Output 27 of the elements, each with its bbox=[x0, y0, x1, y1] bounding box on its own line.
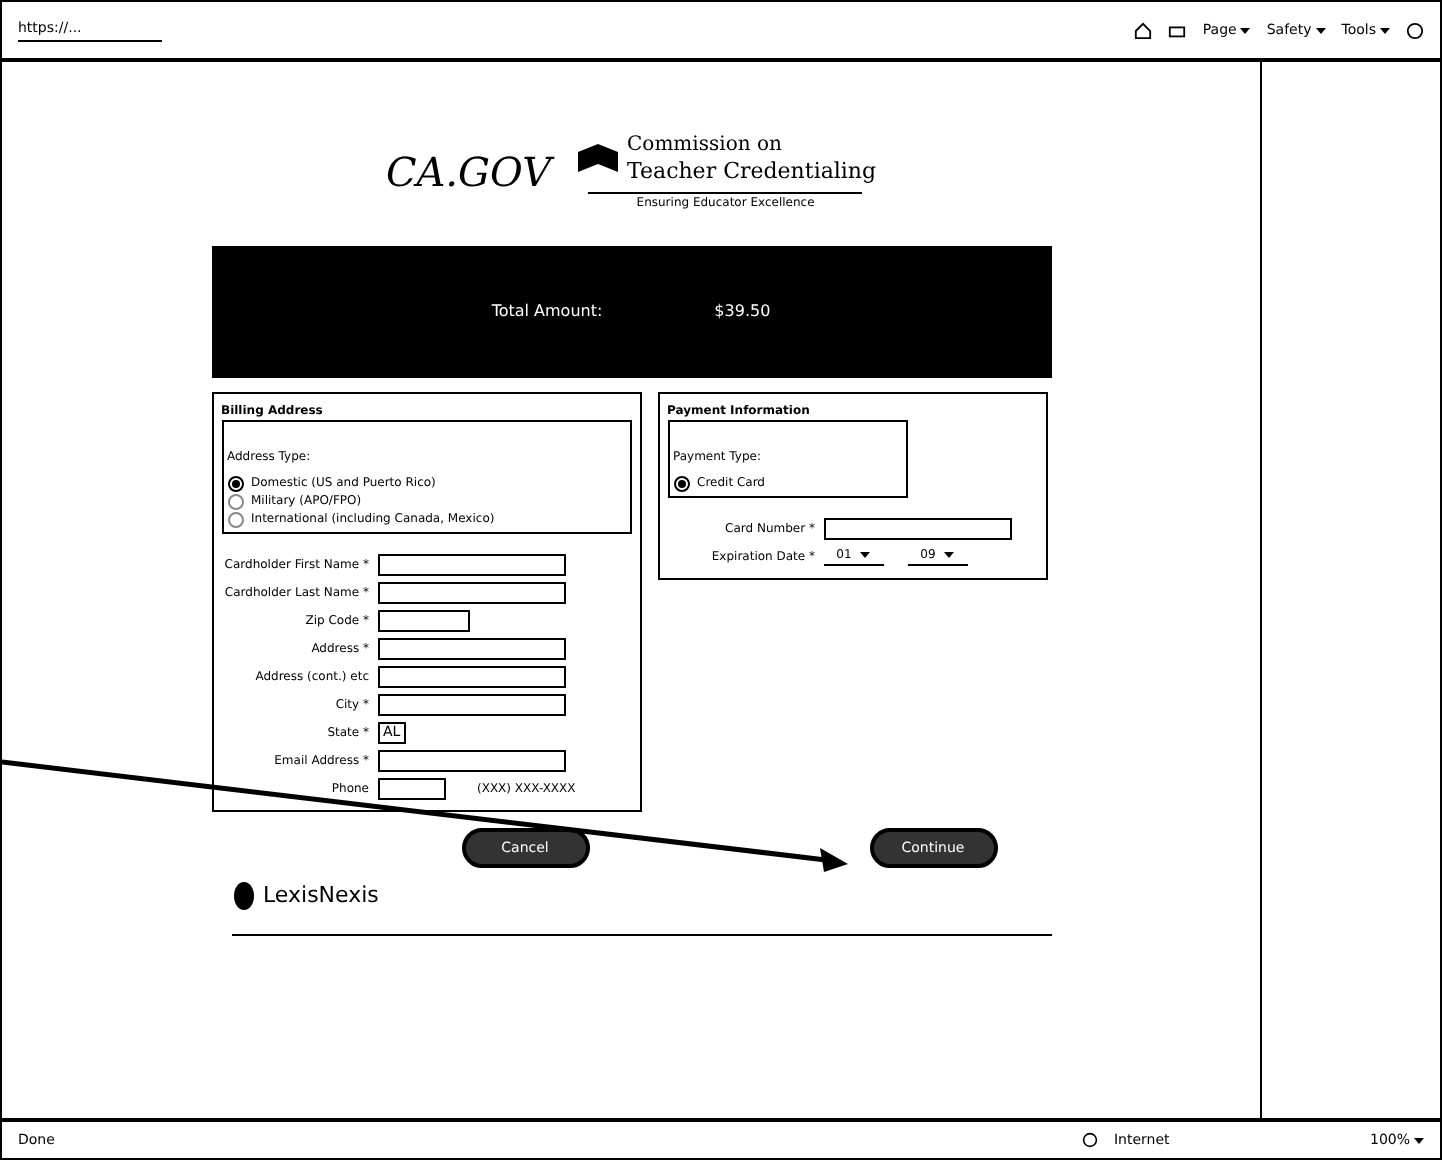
input-field[interactable] bbox=[377, 665, 565, 687]
input-field[interactable] bbox=[377, 777, 445, 799]
input-field[interactable] bbox=[377, 693, 565, 715]
sphere-icon bbox=[231, 880, 255, 913]
home-icon[interactable] bbox=[1134, 21, 1153, 39]
input-field[interactable] bbox=[377, 581, 565, 603]
input-field[interactable] bbox=[377, 749, 565, 771]
caret-icon bbox=[1380, 27, 1390, 33]
radio-button[interactable] bbox=[227, 493, 243, 509]
input-field[interactable] bbox=[377, 609, 469, 631]
agency-name: Commission on bbox=[627, 133, 784, 157]
state-logo: CA.GOV bbox=[385, 146, 552, 200]
total-amount: $39.50 bbox=[714, 300, 771, 324]
caret-icon bbox=[1315, 27, 1326, 33]
input-field[interactable] bbox=[377, 553, 565, 575]
radio-button[interactable] bbox=[673, 475, 689, 491]
input-field[interactable] bbox=[377, 637, 565, 659]
total-label: Total Amount: bbox=[491, 300, 603, 324]
caret-icon bbox=[859, 552, 870, 558]
input-field[interactable] bbox=[823, 517, 1011, 539]
caret-icon bbox=[1240, 27, 1251, 33]
vendor-logo: LexisNexis bbox=[263, 880, 379, 912]
radio-button[interactable] bbox=[227, 511, 243, 527]
caret-icon bbox=[943, 552, 954, 558]
caret-icon bbox=[1414, 1137, 1424, 1143]
radio-button[interactable] bbox=[227, 475, 243, 491]
agency-name: Teacher Credentialing bbox=[627, 157, 877, 183]
